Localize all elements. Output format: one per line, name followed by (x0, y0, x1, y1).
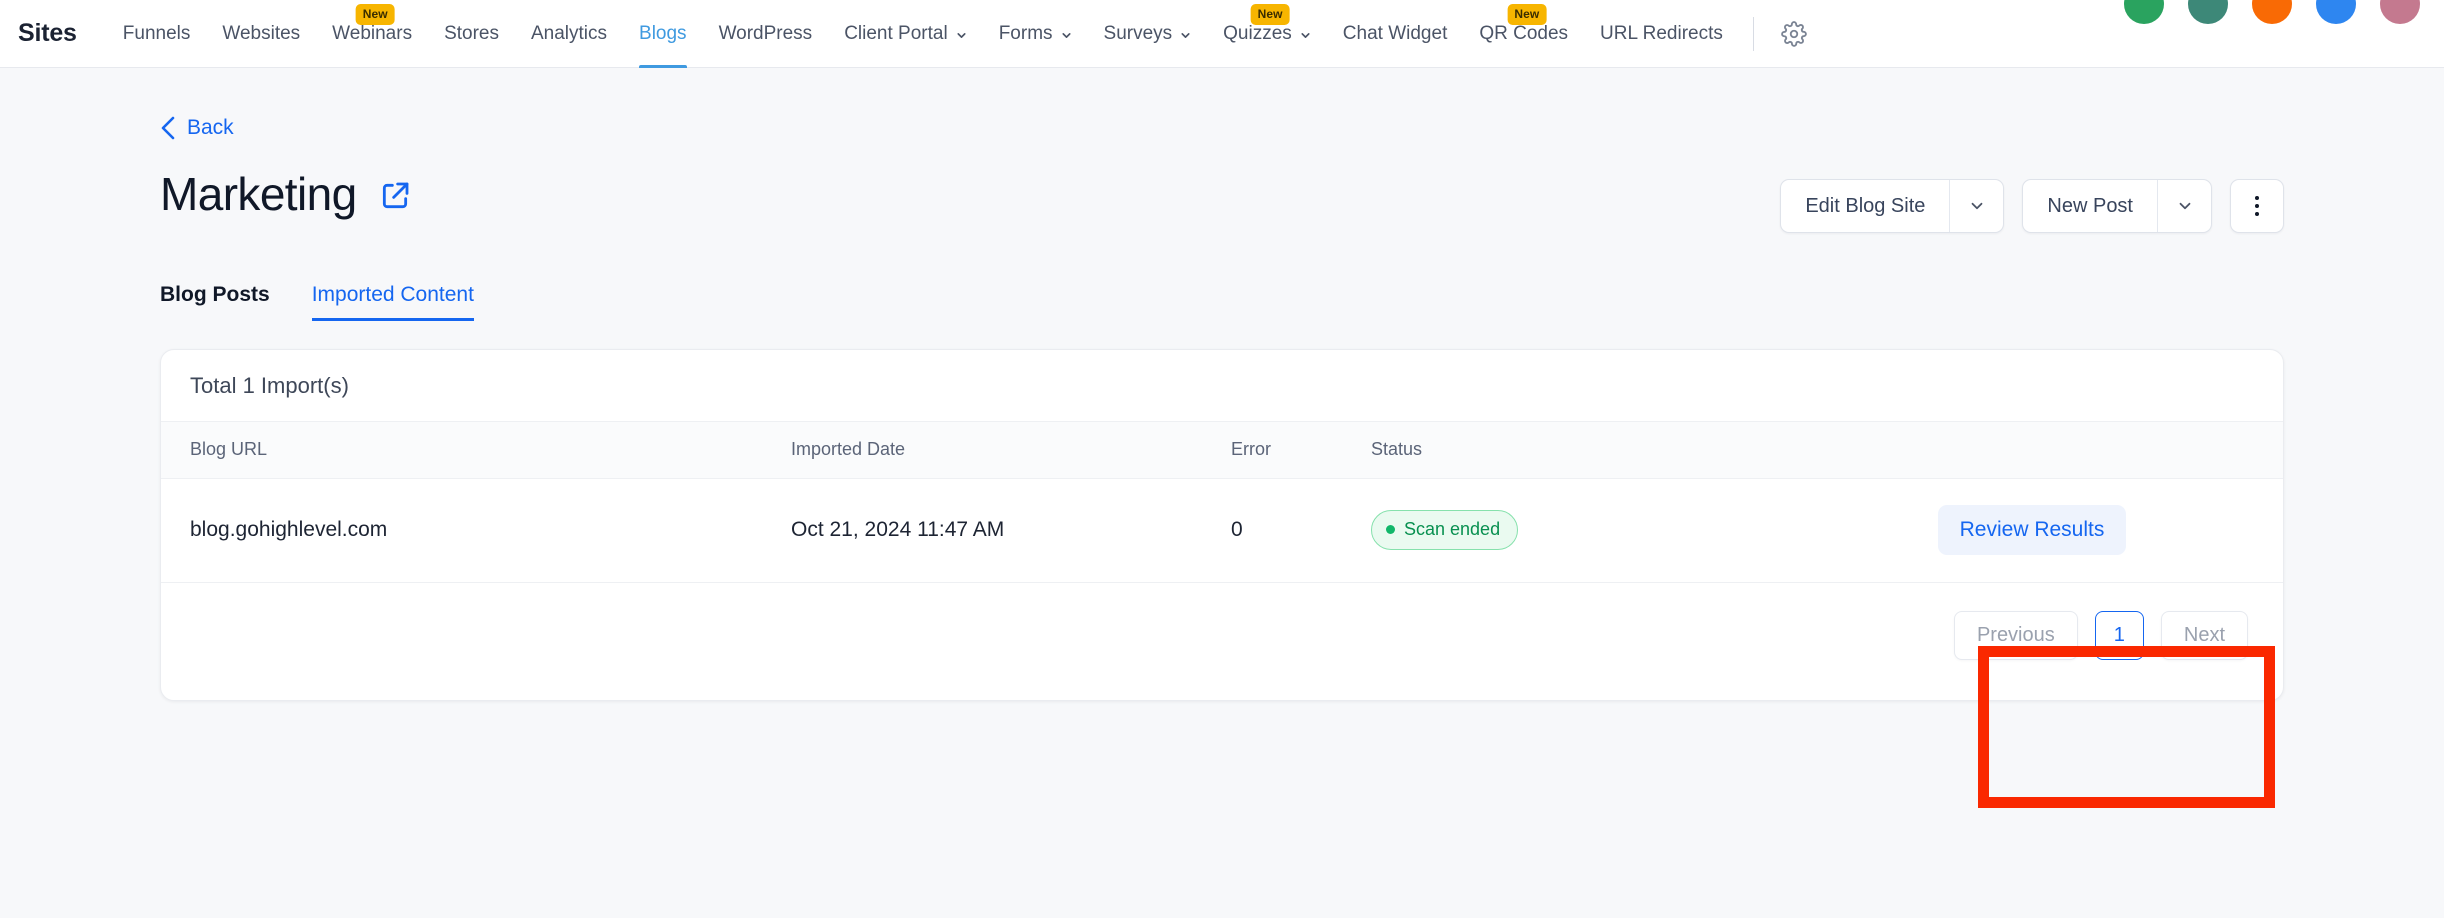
tab-imported-content[interactable]: Imported Content (311, 283, 475, 321)
nav-item-stores[interactable]: Stores (428, 0, 515, 68)
table-row: blog.gohighlevel.com Oct 21, 2024 11:47 … (161, 478, 2283, 583)
next-page-button[interactable]: Next (2160, 610, 2248, 660)
nav-item-list: Funnels Websites New Webinars Stores Analytic… (107, 0, 1739, 68)
new-post-split-button: New Post (2022, 179, 2212, 233)
edit-blog-site-button[interactable]: Edit Blog Site (1781, 180, 1949, 232)
chevron-down-icon (1299, 29, 1311, 41)
kebab-menu-icon[interactable] (2230, 179, 2284, 233)
nav-item-label: URL Redirects (1600, 22, 1723, 44)
kebab-dot (2255, 196, 2259, 200)
imports-table-head: Blog URL Imported Date Error Status (161, 422, 2283, 479)
new-post-button[interactable]: New Post (2023, 180, 2157, 232)
title-group: Marketing (160, 171, 411, 217)
nav-item-wordpress[interactable]: WordPress (703, 0, 829, 68)
cell-blog-url: blog.gohighlevel.com (161, 478, 781, 583)
nav-item-label: Client Portal (844, 22, 948, 44)
status-badge: Scan ended (1371, 510, 1519, 550)
avatar[interactable] (2124, 0, 2164, 24)
cell-actions: Review Results (1781, 478, 2283, 583)
imported-content-card: Total 1 Import(s) Blog URL Imported Date… (160, 349, 2284, 701)
avatar[interactable] (2188, 0, 2228, 24)
avatar-group (2124, 0, 2420, 24)
kebab-dot (2255, 204, 2259, 208)
chevron-down-icon (2179, 202, 2190, 210)
nav-item-webinars[interactable]: New Webinars (316, 0, 428, 68)
imports-table: Blog URL Imported Date Error Status blog… (161, 422, 2283, 583)
column-header-imported-date: Imported Date (781, 422, 1221, 479)
nav-item-label: Chat Widget (1342, 22, 1448, 44)
column-header-status: Status (1361, 422, 1781, 479)
page-body: Back Marketing Edit Blog Site New Post B… (0, 68, 2444, 918)
gear-icon-svg (1781, 20, 1807, 47)
content-tabs: Blog Posts Imported Content (160, 275, 2284, 321)
nav-item-label: Quizzes (1223, 22, 1292, 44)
page-number-1-button[interactable]: 1 (2094, 610, 2144, 660)
nav-item-client-portal[interactable]: Client Portal (828, 0, 983, 68)
chevron-down-icon (1060, 29, 1072, 41)
nav-item-label: Surveys (1103, 22, 1173, 44)
header-actions: Edit Blog Site New Post (1780, 179, 2284, 233)
back-label: Back (187, 116, 234, 139)
nav-item-blogs[interactable]: Blogs (623, 0, 703, 68)
nav-item-surveys[interactable]: Surveys (1088, 0, 1208, 68)
nav-item-label: Stores (444, 22, 499, 44)
chevron-down-icon (955, 29, 967, 41)
top-navigation-bar: Sites Funnels Websites New Webinars Stores An… (0, 0, 2444, 68)
chevron-left-icon (161, 116, 175, 140)
chevron-down-icon (1971, 202, 1983, 210)
imports-table-body: blog.gohighlevel.com Oct 21, 2024 11:47 … (161, 478, 2283, 583)
avatar[interactable] (2380, 0, 2420, 24)
nav-item-qr-codes[interactable]: New QR Codes (1463, 0, 1584, 68)
nav-item-label: QR Codes (1479, 22, 1569, 44)
nav-item-label: Analytics (531, 22, 608, 44)
cell-status: Scan ended (1361, 478, 1781, 583)
nav-item-label: WordPress (718, 22, 813, 44)
nav-item-analytics[interactable]: Analytics (515, 0, 623, 68)
nav-item-funnels[interactable]: Funnels (107, 0, 207, 68)
column-header-actions (1781, 422, 2283, 479)
page-title-row: Marketing Edit Blog Site New Post (160, 171, 2284, 233)
nav-item-label: Funnels (122, 22, 191, 44)
nav-item-chat-widget[interactable]: Chat Widget (1327, 0, 1464, 68)
app-brand-sites[interactable]: Sites (18, 19, 77, 48)
external-link-icon[interactable] (379, 180, 411, 212)
previous-page-button[interactable]: Previous (1953, 610, 2078, 660)
cell-imported-date: Oct 21, 2024 11:47 AM (781, 478, 1221, 583)
nav-item-label: Websites (222, 22, 301, 44)
nav-item-forms[interactable]: Forms (983, 0, 1088, 68)
status-badge-label: Scan ended (1404, 519, 1501, 539)
new-badge: New (1250, 3, 1290, 25)
nav-item-url-redirects[interactable]: URL Redirects (1584, 0, 1739, 68)
cell-error-count: 0 (1221, 478, 1361, 583)
new-badge: New (1507, 3, 1547, 25)
edit-blog-site-dropdown-toggle[interactable] (1949, 180, 2003, 232)
back-button[interactable]: Back (160, 68, 234, 141)
review-results-button[interactable]: Review Results (1937, 505, 2127, 555)
nav-item-label: Blogs (639, 22, 687, 44)
table-header-row: Blog URL Imported Date Error Status (161, 422, 2283, 479)
import-total-label: Total 1 Import(s) (161, 350, 2283, 422)
column-header-error: Error (1221, 422, 1361, 479)
tab-blog-posts[interactable]: Blog Posts (160, 283, 270, 321)
status-dot-icon (1386, 525, 1395, 534)
gear-icon[interactable] (1776, 16, 1812, 52)
nav-divider (1752, 16, 1754, 51)
nav-item-websites[interactable]: Websites (206, 0, 316, 68)
avatar[interactable] (2252, 0, 2292, 24)
pagination-controls: Previous 1 Next (161, 583, 2283, 700)
page-title: Marketing (160, 168, 357, 220)
nav-item-label: Webinars (332, 22, 413, 44)
new-badge: New (355, 3, 395, 25)
nav-item-label: Forms (998, 22, 1053, 44)
column-header-blog-url: Blog URL (161, 422, 781, 479)
nav-item-quizzes[interactable]: New Quizzes (1207, 0, 1327, 68)
edit-blog-site-split-button: Edit Blog Site (1780, 179, 2005, 233)
chevron-down-icon (1179, 29, 1191, 41)
avatar[interactable] (2316, 0, 2356, 24)
kebab-dot (2255, 212, 2259, 216)
new-post-dropdown-toggle[interactable] (2157, 180, 2211, 232)
